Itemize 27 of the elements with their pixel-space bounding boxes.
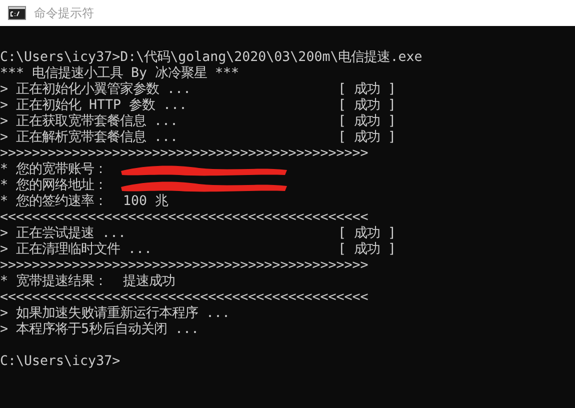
console-line: > 正在获取宽带套餐信息 ... bbox=[0, 114, 178, 130]
console-line: >>>>>>>>>>>>>>>>>>>>>>>>>>>>>>>>>>>>>>>>>>>>>> bbox=[0, 258, 368, 274]
console-line: C:\Users\icy37> bbox=[0, 354, 120, 370]
console-line: C:\Users\icy37>D:\代码\golang\2020\03\200m\电信提速.exe bbox=[0, 50, 422, 66]
status-text: [ 成功 ] bbox=[338, 242, 396, 258]
console-line: * 宽带提速结果： 提速成功 bbox=[0, 274, 176, 290]
console-line: > 正在解析宽带套餐信息 ... bbox=[0, 130, 178, 146]
window-title: 命令提示符 bbox=[34, 4, 94, 22]
console-line: > 正在尝试提速 ... bbox=[0, 226, 126, 242]
console-line: * 您的网络地址： bbox=[0, 178, 108, 194]
console-icon bbox=[8, 6, 26, 20]
console-line: > 正在初始化小翼管家参数 ... bbox=[0, 82, 192, 98]
console-line: *** 电信提速小工具 By 冰冷聚星 *** bbox=[0, 66, 240, 82]
console-line: * 您的宽带账号： bbox=[0, 162, 108, 178]
console-line: * 您的签约速率： 100 兆 bbox=[0, 194, 168, 210]
status-text: [ 成功 ] bbox=[338, 226, 396, 242]
console-line: > 如果加速失败请重新运行本程序 ... bbox=[0, 306, 230, 322]
console-line: > 正在清理临时文件 ... bbox=[0, 242, 152, 258]
status-text: [ 成功 ] bbox=[338, 98, 396, 114]
console-line: > 本程序将于5秒后自动关闭 ... bbox=[0, 322, 200, 338]
status-text: [ 成功 ] bbox=[338, 82, 396, 98]
status-text: [ 成功 ] bbox=[338, 130, 396, 146]
console-line: > 正在初始化 HTTP 参数 ... bbox=[0, 98, 188, 114]
console-line: <<<<<<<<<<<<<<<<<<<<<<<<<<<<<<<<<<<<<<<<<<<<<< bbox=[0, 210, 368, 226]
console-line: >>>>>>>>>>>>>>>>>>>>>>>>>>>>>>>>>>>>>>>>>>>>>> bbox=[0, 146, 368, 162]
status-text: [ 成功 ] bbox=[338, 114, 396, 130]
console-line: <<<<<<<<<<<<<<<<<<<<<<<<<<<<<<<<<<<<<<<<<<<<<< bbox=[0, 290, 368, 306]
